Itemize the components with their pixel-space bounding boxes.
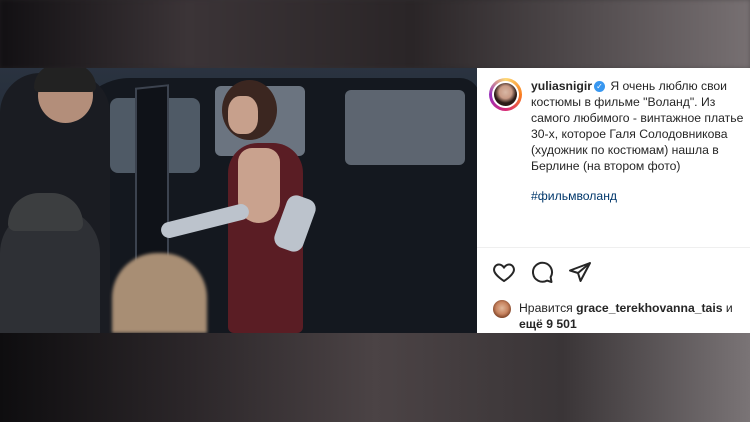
caption-block: yuliasnigir ✓ Я очень люблю свои костюмы … [489, 78, 744, 204]
post-sidebar: yuliasnigir ✓ Я очень люблю свои костюмы … [477, 68, 750, 333]
likes-prefix: Нравится [519, 301, 573, 315]
avatar-image [494, 83, 517, 106]
chauffeur-cap [34, 68, 96, 92]
background-blur-top [0, 0, 750, 68]
share-icon[interactable] [568, 260, 592, 284]
liker-avatar[interactable] [493, 300, 511, 318]
background-blur-bottom [0, 333, 750, 422]
likes-line: Нравится grace_terekhovanna_tais и ещё 9… [489, 300, 747, 332]
caption-text: Я очень люблю свои костюмы в фильме "Вол… [531, 79, 744, 173]
liker-username[interactable]: grace_terekhovanna_tais [576, 301, 722, 315]
action-bar [492, 260, 592, 284]
post-photo[interactable] [0, 68, 477, 333]
divider [477, 247, 750, 248]
author-username[interactable]: yuliasnigir [531, 79, 592, 93]
foreground-person-blur [112, 253, 207, 333]
likes-conjunction: и [725, 301, 733, 315]
comment-icon[interactable] [530, 260, 554, 284]
likes-text: Нравится grace_terekhovanna_tais и ещё 9… [519, 300, 747, 332]
woman-face [228, 96, 258, 134]
instagram-post: yuliasnigir ✓ Я очень люблю свои костюмы … [0, 68, 750, 333]
likes-count[interactable]: ещё 9 501 [519, 317, 577, 331]
post-caption: yuliasnigir ✓ Я очень люблю свои костюмы … [531, 78, 744, 204]
hashtag-link[interactable]: #фильмволанд [531, 188, 744, 204]
author-avatar[interactable] [489, 78, 522, 111]
verified-badge-icon: ✓ [593, 81, 605, 92]
heart-icon[interactable] [492, 260, 516, 284]
car-window [345, 90, 465, 165]
